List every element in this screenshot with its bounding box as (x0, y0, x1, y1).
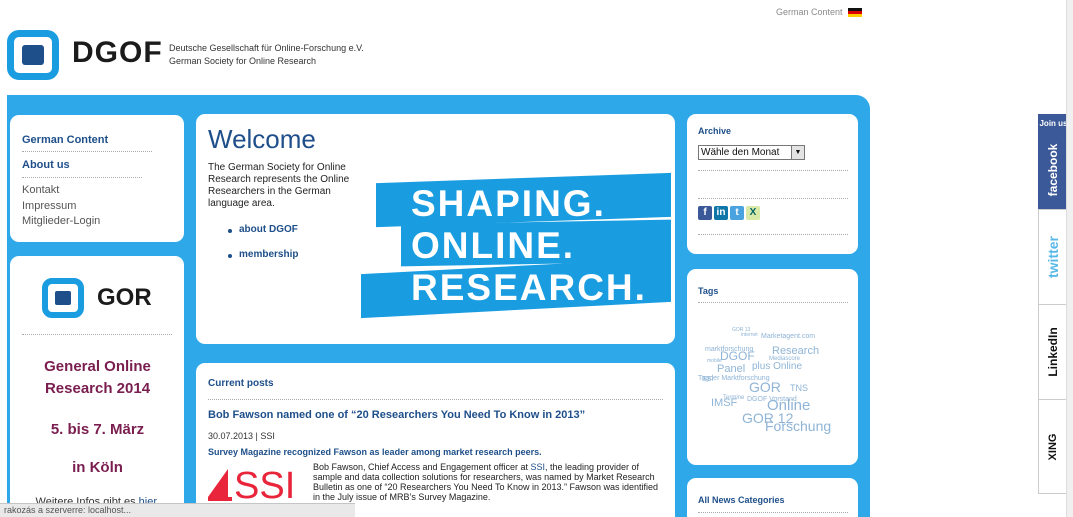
ssi-logo-text: SSI (234, 465, 295, 503)
post-body-text: Bob Fawson, Chief Access and Engagement … (313, 462, 531, 472)
archive-month-select[interactable]: Wähle den Monat ▼ (698, 145, 805, 160)
tag-link[interactable]: GOR (749, 380, 781, 394)
about-dgof-link[interactable]: about DGOF (239, 224, 298, 235)
nav-german-content[interactable]: German Content (22, 134, 108, 146)
xing-tab[interactable]: XING (1038, 399, 1067, 494)
german-flag-icon[interactable] (848, 8, 862, 17)
gor-logo-text[interactable]: GOR (97, 284, 152, 312)
membership-link[interactable]: membership (239, 249, 298, 260)
page: German Content DGOF Deutsche Gesellschaf… (0, 0, 1073, 517)
tags-panel: Tags GOR 13 internet Marketagent.com marktf… (687, 269, 858, 465)
join-us-label: Join us (1039, 119, 1068, 128)
nav-about-us[interactable]: About us (22, 159, 70, 171)
xing-icon[interactable]: X (746, 206, 760, 220)
subtitle-english: German Society for Online Research (169, 56, 317, 66)
subtitle-german: Deutsche Gesellschaft für Online-Forschu… (169, 43, 364, 53)
facebook-icon[interactable]: f (698, 206, 712, 220)
tag-link[interactable]: DGOF (720, 350, 755, 362)
twitter-icon[interactable]: t (730, 206, 744, 220)
archive-select-value: Wähle den Monat (701, 147, 780, 158)
welcome-title: Welcome (208, 124, 316, 154)
facebook-tab[interactable]: Join us facebook (1038, 114, 1068, 209)
gor-logo-icon[interactable] (42, 278, 84, 318)
categories-panel: All News Categories (687, 478, 858, 517)
divider (208, 399, 663, 400)
tag-link[interactable]: plus Online (752, 362, 802, 372)
banner-line-3: RESEARCH. (411, 267, 647, 308)
gor-line-1: General Online (44, 358, 151, 375)
tag-link[interactable]: internet (741, 333, 758, 338)
tag-link[interactable]: TNS (790, 384, 808, 393)
post-title[interactable]: Bob Fawson named one of “20 Researchers … (208, 409, 585, 421)
banner-line-2: ONLINE. (411, 225, 576, 266)
divider (22, 151, 152, 152)
facebook-label: facebook (1045, 143, 1060, 196)
browser-status-bar: rakozás a szerverre: localhost... (0, 503, 355, 517)
nav-kontakt[interactable]: Kontakt (22, 184, 59, 196)
dropdown-arrow-icon[interactable]: ▼ (791, 146, 804, 159)
divider (22, 334, 172, 335)
post-ssi-link[interactable]: SSI (530, 462, 545, 472)
categories-heading: All News Categories (698, 495, 785, 505)
welcome-description: The German Society for Online Research r… (208, 162, 350, 209)
dgof-logo-icon[interactable] (7, 30, 59, 80)
archive-heading: Archive (698, 126, 732, 136)
social-sidebar: Join us facebook twitter LinkedIn XING (1038, 114, 1068, 494)
tag-link[interactable]: Panel (717, 364, 745, 375)
german-content-link[interactable]: German Content (776, 7, 843, 17)
left-nav: German Content About us Kontakt Impressu… (10, 115, 184, 242)
tag-link[interactable]: Marketagent.com (761, 333, 815, 340)
bullet-icon (228, 254, 232, 258)
post-date: 30.07.2013 | SSI (208, 431, 275, 441)
post-body: Bob Fawson, Chief Access and Engagement … (313, 462, 663, 502)
linkedin-label: LinkedIn (1045, 327, 1060, 377)
twitter-tab[interactable]: twitter (1038, 209, 1067, 304)
divider (698, 198, 848, 199)
welcome-card: Welcome The German Society for Online Re… (196, 114, 675, 344)
ssi-logo[interactable]: SSI (208, 463, 300, 503)
tags-heading: Tags (698, 286, 719, 296)
gor-line-2: Research 2014 (44, 380, 151, 397)
xing-label: XING (1046, 433, 1059, 460)
linkedin-icon[interactable]: in (714, 206, 728, 220)
current-posts: Current posts Bob Fawson named one of “2… (196, 363, 675, 517)
nav-mitglieder-login[interactable]: Mitglieder-Login (22, 215, 100, 227)
tag-link[interactable]: SSI (702, 376, 713, 383)
divider (22, 177, 142, 178)
bullet-icon (228, 229, 232, 233)
divider (698, 512, 848, 513)
nav-impressum[interactable]: Impressum (22, 200, 76, 212)
archive-panel: Archive Wähle den Monat ▼ f in t X (687, 114, 858, 254)
twitter-label: twitter (1044, 236, 1061, 278)
dgof-logo-text[interactable]: DGOF (72, 36, 163, 70)
gor-line-3: 5. bis 7. März (50, 421, 145, 438)
banner-line-1: SHAPING. (411, 183, 606, 224)
page-scrollbar[interactable] (1066, 0, 1073, 517)
gor-promo: GOR General Online Research 2014 5. bis … (10, 256, 184, 517)
divider (698, 302, 848, 303)
divider (698, 170, 848, 171)
linkedin-tab[interactable]: LinkedIn (1038, 304, 1067, 399)
posts-heading: Current posts (208, 378, 274, 389)
post-subtitle: Survey Magazine recognized Fawson as lea… (208, 447, 542, 457)
gor-line-4: in Köln (72, 459, 123, 476)
divider (698, 234, 848, 235)
tag-link[interactable]: IMSF (711, 398, 737, 409)
tag-link[interactable]: Forschung (765, 419, 831, 433)
